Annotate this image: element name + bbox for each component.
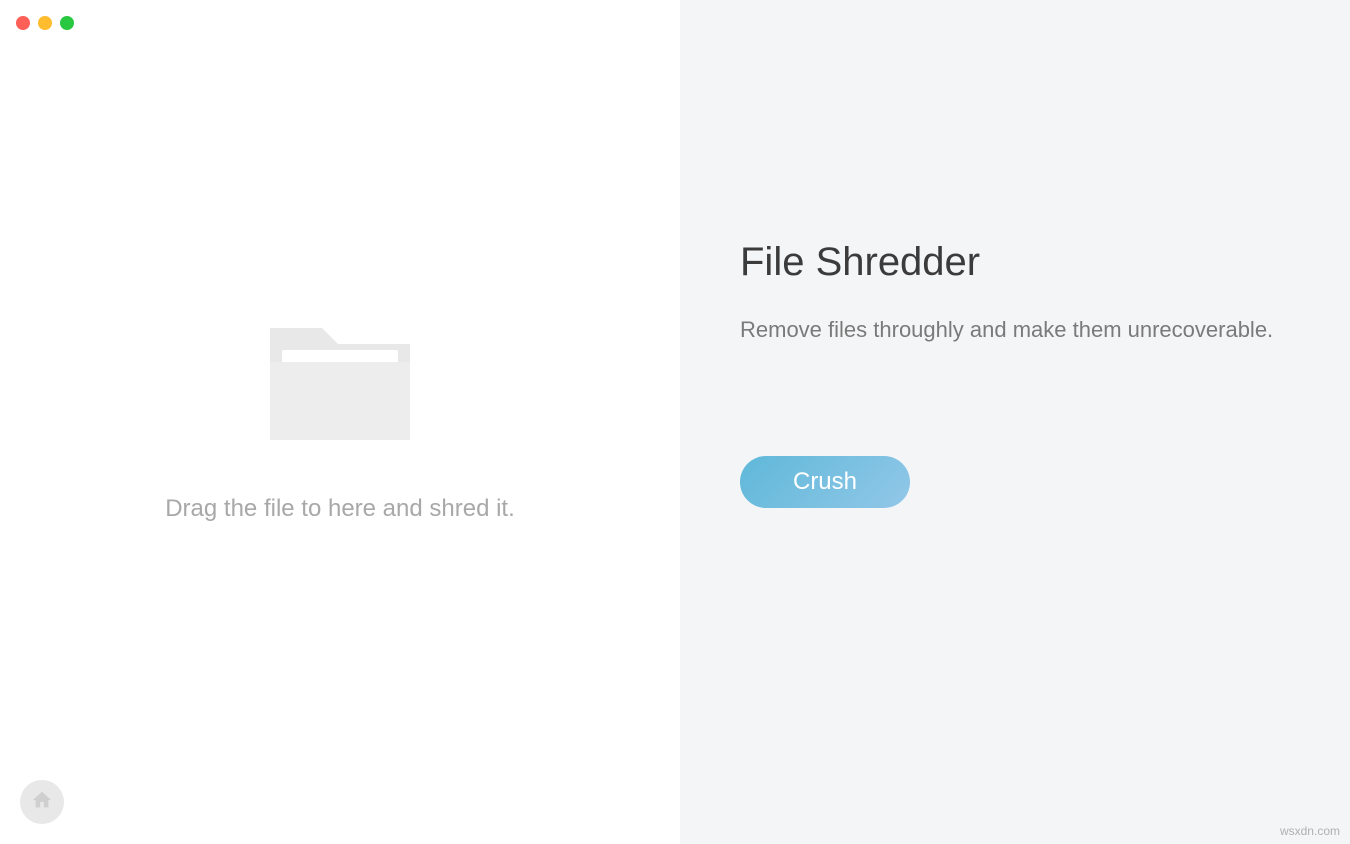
right-pane: File Shredder Remove files throughly and… [680,0,1350,844]
home-button[interactable] [20,780,64,824]
close-button[interactable] [16,16,30,30]
file-dropzone[interactable]: Drag the file to here and shred it. [165,310,515,523]
traffic-lights [16,16,74,30]
maximize-button[interactable] [60,16,74,30]
dropzone-label: Drag the file to here and shred it. [165,495,515,523]
left-pane: Drag the file to here and shred it. [0,0,680,844]
crush-button[interactable]: Crush [740,456,910,508]
page-subtitle: Remove files throughly and make them unr… [740,315,1290,346]
folder-icon [260,310,420,455]
watermark: wsxdn.com [1280,824,1340,838]
crush-button-label: Crush [793,468,857,496]
minimize-button[interactable] [38,16,52,30]
page-title: File Shredder [740,240,1290,285]
app-window: Drag the file to here and shred it. File… [0,0,1350,844]
home-icon [31,789,53,816]
